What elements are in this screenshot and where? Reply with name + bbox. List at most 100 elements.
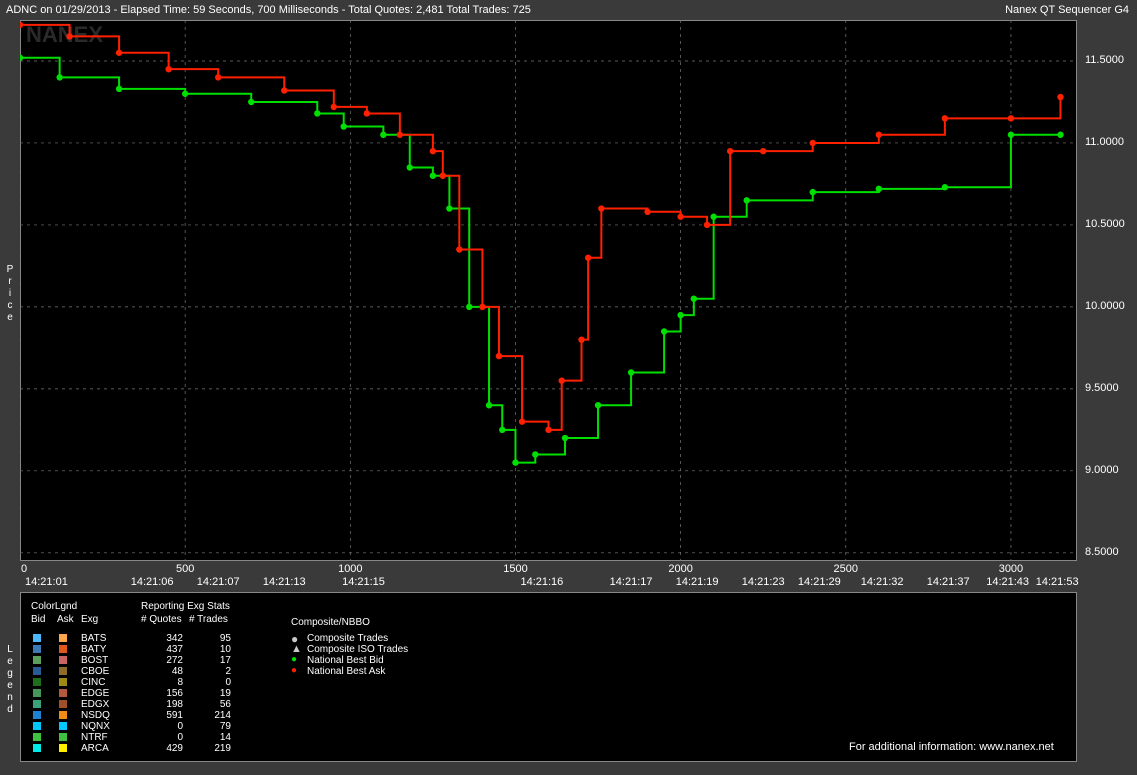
best-ask-point [726,147,734,155]
legend-panel: ColorLgnd Reporting Exg Stats Composite/… [20,592,1077,762]
best-bid-point [314,110,321,117]
exchange-name: CBOE [81,666,110,677]
x-tick-label: 3000 [998,563,1024,575]
best-ask-point [330,103,337,111]
bid-color-swatch [33,711,41,719]
bid-color-swatch [33,678,41,686]
time-tick-label: 14:21:07 [196,576,240,588]
time-tick-label: 14:21:19 [675,576,719,588]
best-bid-icon: ● [291,654,298,665]
best-ask-point [941,115,949,122]
best-bid-point [1057,131,1064,138]
best-ask-point [439,172,446,179]
quote-count: 0 [177,721,183,732]
quote-count: 437 [166,644,183,655]
y-tick-label: 8.5000 [1085,545,1119,558]
ask-color-swatch [59,634,67,642]
trade-count: 56 [219,699,231,710]
national-best-ask-line [20,23,1062,431]
best-bid-point [406,164,413,171]
y-tick-label: 11.0000 [1085,135,1124,148]
best-bid-point [512,459,519,466]
best-ask-point [598,205,605,212]
ask-color-swatch [59,711,67,719]
bid-color-swatch [33,645,41,653]
quote-count: 272 [166,655,183,666]
best-ask-point [363,110,371,117]
exchange-name: CINC [81,677,106,688]
time-tick-label: 14:21:17 [609,576,653,588]
best-bid-point [690,295,698,302]
best-ask-point [165,65,172,73]
legend-sub-bid: Bid [31,614,46,625]
exchange-name: NQNX [81,721,110,732]
exchange-name: EDGX [81,699,110,710]
bid-color-swatch [33,667,41,675]
best-bid-point [485,402,493,409]
time-tick-label: 14:21:23 [741,576,785,588]
time-tick-label: 14:21:01 [25,576,68,588]
best-bid-point [941,184,949,191]
bid-color-swatch [33,700,41,708]
exchange-name: BATY [81,644,107,655]
best-bid-point [594,402,602,409]
trade-count: 2 [225,666,231,677]
best-bid-point [809,188,816,196]
best-bid-point [499,426,506,434]
quote-count: 591 [166,710,183,721]
best-ask-point [809,139,816,147]
national-best-bid-line [20,56,1061,464]
best-ask-point [495,352,503,360]
y-axis-label: Price [6,264,14,323]
best-bid-point [677,311,684,319]
exchange-name: NTRF [81,732,108,743]
ask-color-swatch [59,700,67,708]
title-bar: ADNC on 01/29/2013 - Elapsed Time: 59 Se… [0,0,1137,20]
trade-count: 10 [219,644,231,655]
ask-color-swatch [59,733,67,741]
best-ask-point [518,418,526,425]
best-ask-point [677,213,684,220]
time-tick-label: 14:21:32 [860,576,904,588]
y-tick-label: 10.0000 [1085,299,1125,312]
bid-color-swatch [33,689,41,697]
time-tick-label: 14:21:29 [797,576,841,588]
chart-header-left: ADNC on 01/29/2013 - Elapsed Time: 59 Se… [6,4,531,16]
ask-color-swatch [59,667,67,675]
best-bid-point [561,434,569,442]
best-bid-point [380,131,387,138]
composite-legend-label: National Best Bid [307,655,384,666]
best-bid-point [429,172,437,179]
best-ask-point [584,254,592,261]
best-bid-point [446,205,453,212]
ask-color-swatch [59,656,67,664]
trade-count: 19 [219,688,231,699]
y-tick-label: 11.5000 [1085,53,1124,66]
exchange-name: BATS [81,633,107,644]
bid-color-swatch [33,656,41,664]
best-bid-point [20,54,24,61]
time-tick-label: 14:21:37 [926,576,970,588]
bid-color-swatch [33,744,41,752]
best-ask-point [20,21,24,29]
best-ask-point [66,33,73,40]
best-ask-point [644,208,651,216]
exchange-name: EDGE [81,688,110,699]
best-ask-point [545,426,552,434]
quote-count: 429 [166,743,183,754]
exchange-name: NSDQ [81,710,110,721]
chart-plot: NANEX [20,20,1077,561]
best-ask-point [429,147,437,155]
x-tick-label: 1500 [503,563,528,575]
time-tick-label: 14:21:53 [1035,576,1079,588]
x-tick-label: 500 [175,563,195,575]
best-bid-point [115,85,123,93]
best-ask-point [1007,115,1015,122]
bid-color-swatch [33,634,41,642]
composite-legend-label: Composite ISO Trades [307,644,409,655]
x-tick-label: 0 [20,563,28,575]
best-bid-point [1007,131,1015,138]
legend-sub-trades: # Trades [189,614,228,625]
time-tick-label: 14:21:15 [342,576,385,588]
quote-count: 342 [166,633,183,644]
